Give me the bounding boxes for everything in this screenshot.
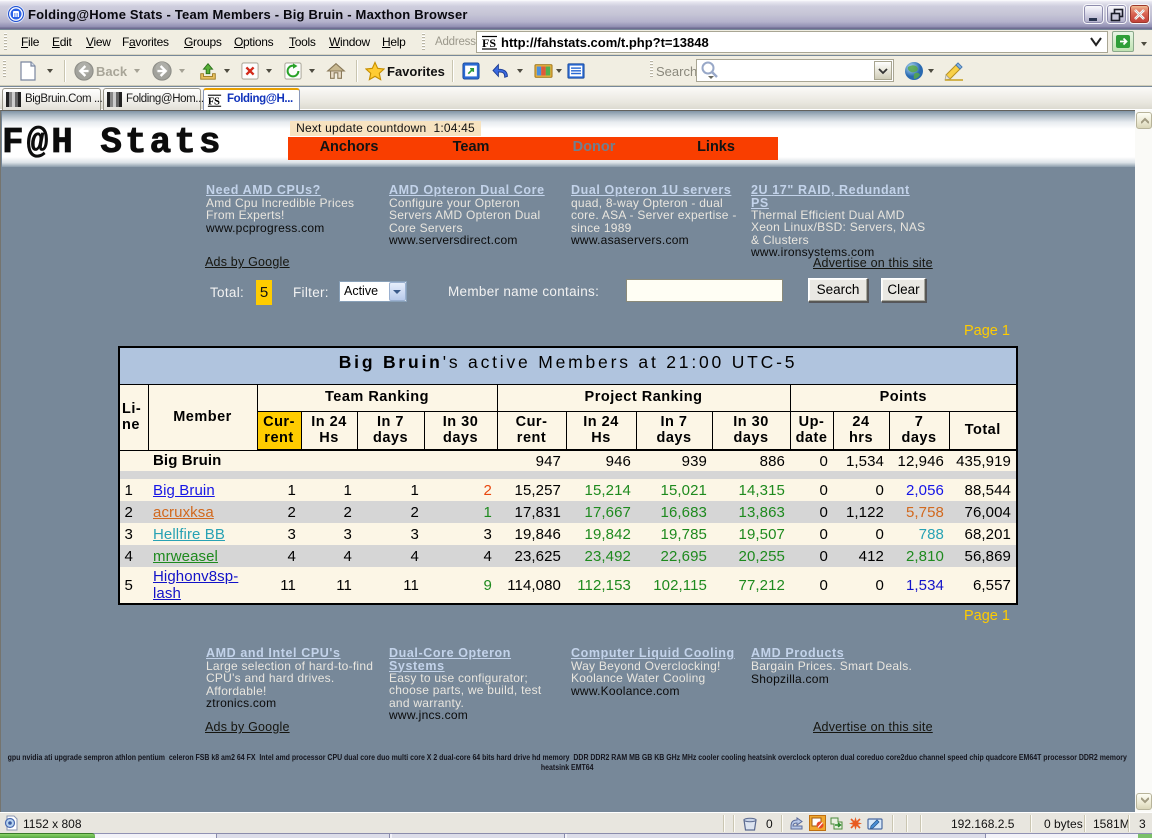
svg-text:FS: FS [482, 36, 496, 50]
